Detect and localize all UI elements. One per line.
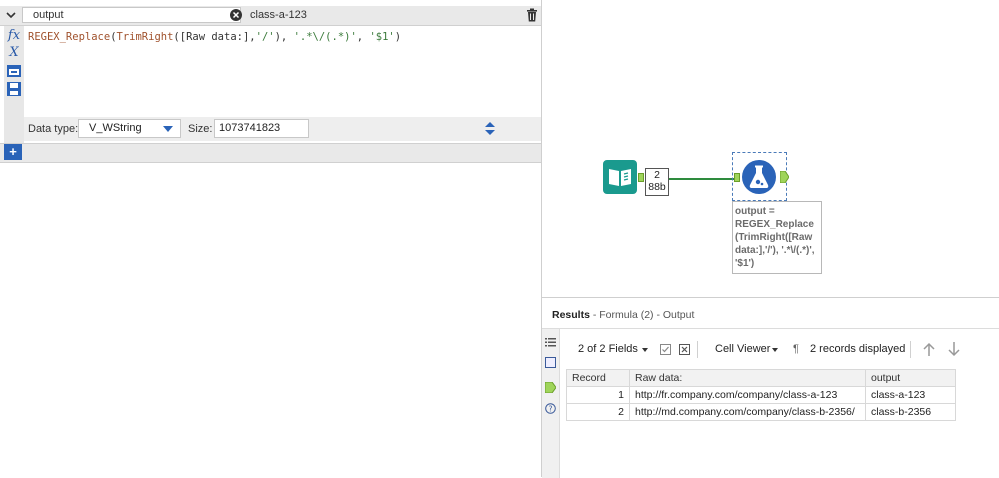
connection-line[interactable] [669,178,734,180]
results-sidebar: ? [542,329,560,478]
add-expression-button[interactable]: + [4,144,22,160]
output-cell[interactable]: class-a-123 [865,386,956,404]
output-anchor[interactable] [638,173,644,182]
size-value: 1073741823 [219,122,281,134]
checkbox-icon[interactable] [660,344,671,355]
chevron-down-icon[interactable] [4,8,18,22]
header-row: Record Raw data: output [566,369,956,387]
fx-icon[interactable]: fx [6,28,22,44]
output-cell[interactable]: class-b-2356 [865,403,956,421]
expression-preview-value: class-a-123 [250,9,307,21]
data-type-label: Data type: [28,123,79,135]
record-count-badge: 2 88b [645,168,669,196]
record-size: 88b [648,181,666,193]
book-icon [609,169,631,186]
formula-configuration-panel: output class-a-123 fx X REGEX_Replace(Tr… [0,0,542,477]
clear-icon[interactable] [230,9,242,21]
expr-arg-2: '.*\/(.*)' [293,31,357,43]
toolbar-separator [697,341,698,358]
raw-data-cell[interactable]: http://md.company.com/company/class-b-23… [629,403,866,421]
expression-toolbar: fx X [4,26,24,146]
variable-icon[interactable]: X [6,45,22,61]
formula-tool[interactable] [742,160,776,194]
results-header: Results - Formula (2) - Output [552,309,694,321]
size-stepper[interactable] [480,120,500,137]
results-breadcrumb: - Formula (2) - Output [592,309,695,321]
fields-selector[interactable]: 2 of 2 Fields [578,343,638,355]
dropdown-caret-icon [163,126,173,132]
cell-viewer-caret-icon[interactable] [772,348,778,352]
column-header-record[interactable]: Record [566,369,630,387]
arrow-down-icon[interactable] [947,341,961,357]
column-header-raw-data[interactable]: Raw data: [629,369,866,387]
input-anchor[interactable] [734,173,740,182]
output-column-field[interactable]: output [22,7,241,23]
raw-data-cell[interactable]: http://fr.company.com/company/class-a-12… [629,386,866,404]
table-row[interactable]: 1 http://fr.company.com/company/class-a-… [566,386,956,404]
results-title: Results [552,309,590,321]
add-expression-row [0,143,541,163]
saved-expressions-icon[interactable] [6,63,22,79]
expr-arg-1: '/' [255,31,275,43]
table-row[interactable]: 2 http://md.company.com/company/class-b-… [566,403,956,421]
data-type-bar: Data type: V_WString Size: 1073741823 [24,117,541,141]
svg-text:?: ? [549,404,553,413]
list-icon[interactable] [545,337,556,348]
results-grid: Record Raw data: output 1 http://fr.comp… [566,369,956,421]
table-icon[interactable] [545,357,556,368]
divider [542,328,999,329]
help-icon[interactable]: ? [545,403,556,414]
expression-editor[interactable]: REGEX_Replace(TrimRight([Raw data:],'/')… [28,31,401,43]
cell-viewer-selector[interactable]: Cell Viewer [715,343,770,355]
deselect-icon[interactable] [679,344,690,355]
record-count: 2 [654,169,660,181]
arrow-up-icon[interactable] [922,341,936,357]
expr-arg-3: '$1' [369,31,395,43]
expr-field: [Raw data:] [179,31,250,43]
output-column-name: output [33,9,64,21]
size-label: Size: [188,123,213,135]
record-cell[interactable]: 1 [566,386,630,404]
expr-function-regex: REGEX_Replace [28,31,111,43]
save-icon[interactable] [6,81,22,97]
fields-caret-icon[interactable] [642,348,648,352]
toolbar-separator [910,341,911,358]
flask-icon [749,165,769,188]
pilcrow-icon[interactable]: ¶ [793,343,799,355]
expr-function-trimright: TrimRight [116,31,174,43]
size-field[interactable]: 1073741823 [214,119,495,138]
data-type-dropdown[interactable]: V_WString [78,119,181,138]
output-anchor-icon[interactable] [545,382,556,393]
results-panel: Results - Formula (2) - Output ? 2 of 2 … [542,297,999,478]
column-header-output[interactable]: output [865,369,956,387]
expression-header-row: output class-a-123 [0,6,541,26]
output-anchor[interactable] [780,171,789,183]
record-cell[interactable]: 2 [566,403,630,421]
records-displayed: 2 records displayed [810,343,906,355]
results-toolbar: 2 of 2 Fields Cell Viewer ¶ 2 records di… [566,337,996,361]
input-data-tool[interactable] [603,160,637,194]
tool-annotation: output = REGEX_Replace (TrimRight([Raw d… [732,201,822,274]
data-type-value: V_WString [89,122,142,134]
trash-icon[interactable] [526,8,538,22]
